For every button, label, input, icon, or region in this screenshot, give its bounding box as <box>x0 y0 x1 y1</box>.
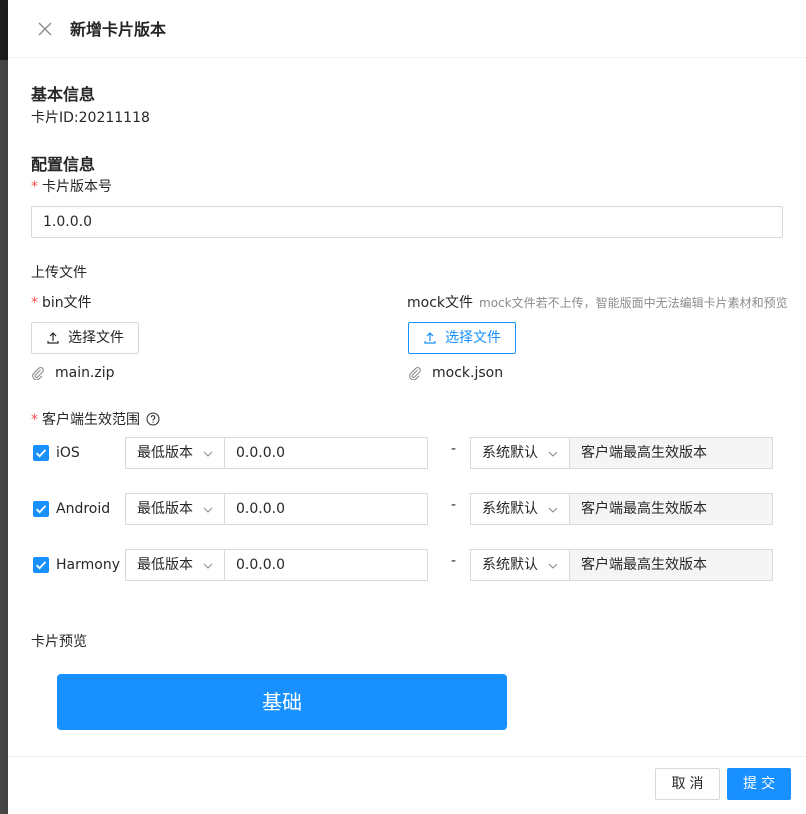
platform-name: iOS <box>56 445 80 461</box>
chevron-down-icon <box>548 507 558 513</box>
chevron-down-icon <box>203 563 213 569</box>
min-version-input[interactable]: 0.0.0.0 <box>225 493 428 525</box>
min-version-select-value: 最低版本 <box>137 557 193 573</box>
range-separator: - <box>451 497 457 513</box>
card-id-text: 卡片ID:20211118 <box>31 110 150 126</box>
max-version-select[interactable]: 系统默认 <box>470 549 570 581</box>
required-mark: * <box>31 295 38 311</box>
basic-info-title: 基本信息 <box>31 85 96 104</box>
config-info-title: 配置信息 <box>31 155 96 174</box>
bin-file-label: * bin文件 <box>31 295 92 311</box>
required-mark: * <box>31 412 38 428</box>
mock-file-label: mock文件 mock文件若不上传，智能版面中无法编辑卡片素材和预览 <box>407 295 788 311</box>
drawer-header: 新增卡片版本 <box>8 0 806 58</box>
platform-name: Harmony <box>56 557 120 573</box>
page-backdrop <box>0 0 8 814</box>
bin-select-file-button[interactable]: 选择文件 <box>31 322 139 354</box>
max-version-input: 客户端最高生效版本 <box>570 437 773 469</box>
min-version-input[interactable]: 0.0.0.0 <box>225 549 428 581</box>
bin-file-name: main.zip <box>55 365 115 381</box>
max-version-input: 客户端最高生效版本 <box>570 549 773 581</box>
platform-row: iOS 最低版本 0.0.0.0 - 系统默认 客户端最高生效版本 <box>31 437 783 469</box>
client-range-label: * 客户端生效范围 <box>31 410 160 430</box>
mock-file-hint: mock文件若不上传，智能版面中无法编辑卡片素材和预览 <box>479 296 788 310</box>
check-icon <box>35 449 47 458</box>
mock-select-file-label: 选择文件 <box>445 330 501 346</box>
min-version-select[interactable]: 最低版本 <box>125 493 225 525</box>
preview-basic-button[interactable]: 基础 <box>57 674 507 730</box>
add-card-version-drawer: 新增卡片版本 基本信息 卡片ID:20211118 配置信息 * 卡片版本号 1.… <box>8 0 806 814</box>
min-version-input[interactable]: 0.0.0.0 <box>225 437 428 469</box>
max-version-select[interactable]: 系统默认 <box>470 493 570 525</box>
upload-section-title: 上传文件 <box>31 265 87 281</box>
mock-select-file-button[interactable]: 选择文件 <box>408 322 516 354</box>
check-icon <box>35 505 47 514</box>
platform-row: Harmony 最低版本 0.0.0.0 - 系统默认 客户端最高生效版本 <box>31 549 783 581</box>
min-version-select[interactable]: 最低版本 <box>125 437 225 469</box>
chevron-down-icon <box>548 451 558 457</box>
chevron-down-icon <box>203 507 213 513</box>
max-version-select-value: 系统默认 <box>482 501 538 517</box>
card-version-input[interactable]: 1.0.0.0 <box>31 206 783 238</box>
mock-uploaded-file[interactable]: mock.json <box>408 363 503 383</box>
required-mark: * <box>31 179 38 195</box>
bin-select-file-label: 选择文件 <box>68 330 124 346</box>
close-button[interactable] <box>36 20 54 38</box>
paperclip-icon <box>409 367 421 380</box>
max-version-select-value: 系统默认 <box>482 557 538 573</box>
max-version-select[interactable]: 系统默认 <box>470 437 570 469</box>
upload-icon <box>47 332 59 344</box>
min-version-select-value: 最低版本 <box>137 445 193 461</box>
backdrop-header-block <box>0 0 8 60</box>
submit-button[interactable]: 提交 <box>727 768 791 800</box>
platform-checkbox[interactable] <box>33 501 49 517</box>
min-version-select-value: 最低版本 <box>137 501 193 517</box>
max-version-input: 客户端最高生效版本 <box>570 493 773 525</box>
card-preview-title: 卡片预览 <box>31 634 87 650</box>
drawer-footer: 取消 提交 <box>8 756 806 814</box>
max-version-select-value: 系统默认 <box>482 445 538 461</box>
cancel-button[interactable]: 取消 <box>655 768 720 800</box>
bin-uploaded-file[interactable]: main.zip <box>31 363 115 383</box>
upload-icon <box>424 332 436 344</box>
min-version-select[interactable]: 最低版本 <box>125 549 225 581</box>
chevron-down-icon <box>548 563 558 569</box>
platform-checkbox[interactable] <box>33 557 49 573</box>
range-separator: - <box>451 441 457 457</box>
mock-file-name: mock.json <box>432 365 504 381</box>
version-field-label: * 卡片版本号 <box>31 179 112 195</box>
platform-checkbox[interactable] <box>33 445 49 461</box>
chevron-down-icon <box>203 451 213 457</box>
close-icon <box>38 22 52 36</box>
question-circle-icon[interactable] <box>146 412 160 426</box>
platform-row: Android 最低版本 0.0.0.0 - 系统默认 客户端最高生效版本 <box>31 493 783 525</box>
paperclip-icon <box>32 367 44 380</box>
platform-name: Android <box>56 501 111 517</box>
check-icon <box>35 561 47 570</box>
drawer-title: 新增卡片版本 <box>70 20 167 39</box>
range-separator: - <box>451 553 457 569</box>
